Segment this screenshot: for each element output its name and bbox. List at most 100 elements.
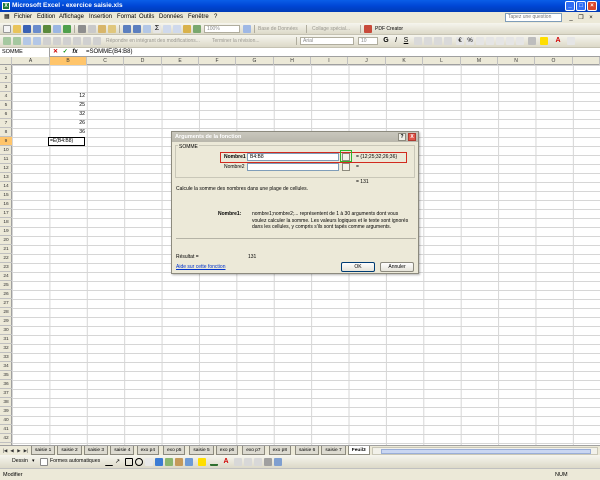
chart-wizard-icon[interactable] — [183, 25, 191, 33]
menu-edition[interactable]: Edition — [37, 12, 55, 23]
wordart-icon[interactable] — [155, 458, 163, 466]
send-icon[interactable] — [83, 37, 91, 45]
row-header-15[interactable]: 15 — [0, 191, 12, 200]
col-header-f[interactable]: F — [199, 57, 236, 65]
row-header-5[interactable]: 5 — [0, 101, 12, 110]
formes-menu[interactable]: Formes automatiques — [50, 455, 100, 468]
menu-insertion[interactable]: Insertion — [89, 12, 112, 23]
row-header-4[interactable]: 4 — [0, 92, 12, 101]
track-icon[interactable] — [53, 37, 61, 45]
format-painter-icon[interactable] — [108, 25, 116, 33]
mail-icon[interactable] — [93, 37, 101, 45]
row-header-41[interactable]: 41 — [0, 425, 12, 434]
cancel-formula-icon[interactable]: ✕ — [53, 49, 58, 55]
row-header-25[interactable]: 25 — [0, 281, 12, 290]
sheet-tab-feuil3[interactable]: Feuil3 — [347, 446, 370, 455]
shadow-icon[interactable] — [264, 458, 272, 466]
col-header-c[interactable]: C — [87, 57, 124, 65]
row-header-21[interactable]: 21 — [0, 245, 12, 254]
new-icon[interactable] — [3, 25, 11, 33]
merge-center-icon[interactable] — [444, 37, 452, 45]
sheet-tab-saisie-5[interactable]: saisie 5 — [189, 446, 214, 455]
3d-icon[interactable] — [274, 458, 282, 466]
draw-fill-icon[interactable] — [198, 458, 206, 466]
col-header-m[interactable]: M — [461, 57, 498, 65]
arrow-icon[interactable]: ↗ — [115, 458, 123, 466]
row-header-27[interactable]: 27 — [0, 299, 12, 308]
menu-fichier[interactable]: Fichier — [14, 12, 32, 23]
col-header-b[interactable]: B — [50, 57, 87, 65]
print-preview-icon[interactable] — [53, 25, 61, 33]
end-review-label[interactable]: Terminer la révision... — [212, 35, 260, 47]
cell-b7[interactable]: 26 — [50, 119, 85, 128]
delete-comment-icon[interactable] — [73, 37, 81, 45]
col-header-h[interactable]: H — [274, 57, 311, 65]
sheet-tab-saisie-3[interactable]: saisie 3 — [83, 446, 109, 455]
help-search-input[interactable]: Tapez une question — [505, 13, 562, 22]
sheet-tab-exo-p7[interactable]: exo p7 — [242, 446, 265, 455]
row-header-6[interactable]: 6 — [0, 110, 12, 119]
picture-icon[interactable] — [185, 458, 193, 466]
decrease-indent-icon[interactable] — [506, 37, 514, 45]
row-header-18[interactable]: 18 — [0, 218, 12, 227]
row-header-40[interactable]: 40 — [0, 416, 12, 425]
menu-outils[interactable]: Outils — [139, 12, 154, 23]
formula-input[interactable]: =SOMME(B4:B8) — [86, 48, 133, 57]
bold-icon[interactable]: G — [382, 37, 390, 45]
col-header-n[interactable]: N — [498, 57, 535, 65]
excel-icon[interactable]: X — [2, 2, 10, 10]
row-header-8[interactable]: 8 — [0, 128, 12, 137]
cell-b4[interactable]: 12 — [50, 92, 85, 101]
reply-changes-label[interactable]: Répondre en intégrant des modifications.… — [106, 35, 200, 47]
increase-decimal-icon[interactable] — [486, 37, 494, 45]
row-header-39[interactable]: 39 — [0, 407, 12, 416]
sort-desc-icon[interactable] — [173, 25, 181, 33]
row-header-37[interactable]: 37 — [0, 389, 12, 398]
row-header-13[interactable]: 13 — [0, 173, 12, 182]
col-header-o[interactable]: O — [535, 57, 573, 65]
review-icon[interactable] — [3, 37, 11, 45]
comment2-icon[interactable] — [33, 37, 41, 45]
sheet-tab-saisie-6[interactable]: saisie 6 — [295, 446, 320, 455]
comment-icon[interactable] — [23, 37, 31, 45]
row-header-22[interactable]: 22 — [0, 254, 12, 263]
align-left-icon[interactable] — [414, 37, 422, 45]
increase-indent-icon[interactable] — [516, 37, 524, 45]
row-header-1[interactable]: 1 — [0, 65, 12, 74]
row-header-26[interactable]: 26 — [0, 290, 12, 299]
row-header-28[interactable]: 28 — [0, 308, 12, 317]
confirm-formula-icon[interactable]: ✓ — [63, 49, 68, 55]
col-header-k[interactable]: K — [386, 57, 423, 65]
prev-sheet-icon[interactable]: ◀ — [9, 447, 15, 454]
rectangle-icon[interactable] — [125, 458, 133, 466]
save-icon[interactable] — [23, 25, 31, 33]
arrow-style-icon[interactable] — [254, 458, 262, 466]
fill-color-icon[interactable] — [540, 37, 548, 45]
row-header-32[interactable]: 32 — [0, 344, 12, 353]
row-header-24[interactable]: 24 — [0, 272, 12, 281]
last-sheet-icon[interactable]: ▶| — [23, 447, 29, 454]
textbox-icon[interactable] — [145, 458, 153, 466]
ok-button[interactable]: OK — [341, 262, 375, 272]
row-header-33[interactable]: 33 — [0, 353, 12, 362]
arg1-input[interactable]: B4:B8 — [247, 153, 339, 161]
sheet-tab-saisie-4[interactable]: saisie 4 — [110, 446, 135, 455]
help-icon[interactable] — [243, 25, 251, 33]
row-header-12[interactable]: 12 — [0, 164, 12, 173]
spelling-icon[interactable] — [63, 25, 71, 33]
row-header-11[interactable]: 11 — [0, 155, 12, 164]
arg2-input[interactable] — [247, 163, 339, 171]
cell-b8[interactable]: 36 — [50, 128, 85, 137]
open-icon[interactable] — [13, 25, 21, 33]
italic-icon[interactable]: I — [392, 37, 400, 45]
row-header-36[interactable]: 36 — [0, 380, 12, 389]
row-header-17[interactable]: 17 — [0, 209, 12, 218]
drawing-icon[interactable] — [193, 25, 201, 33]
col-header-i[interactable]: I — [311, 57, 348, 65]
row-header-29[interactable]: 29 — [0, 317, 12, 326]
zoom-select[interactable]: 100% — [204, 25, 240, 33]
cut-icon[interactable] — [78, 25, 86, 33]
doc-minimize-icon[interactable]: _ — [567, 14, 575, 22]
line-style-icon[interactable] — [234, 458, 242, 466]
row-header-3[interactable]: 3 — [0, 83, 12, 92]
